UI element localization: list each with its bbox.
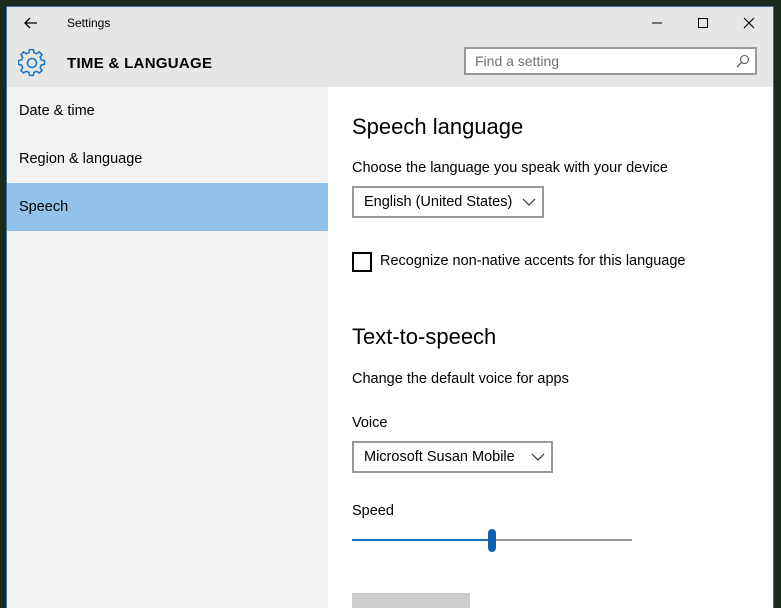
speed-label: Speed — [352, 503, 394, 519]
sidebar-item-region-language[interactable]: Region & language — [7, 135, 328, 183]
tts-heading: Text-to-speech — [352, 324, 497, 349]
minimize-button[interactable] — [634, 7, 680, 39]
tts-description: Change the default voice for apps — [352, 371, 569, 387]
chevron-down-icon — [531, 453, 545, 461]
speech-language-description: Choose the language you speak with your … — [352, 160, 668, 176]
accents-checkbox-label: Recognize non-native accents for this la… — [380, 253, 686, 269]
close-icon — [743, 17, 755, 29]
maximize-button[interactable] — [680, 7, 726, 39]
voice-value: Microsoft Susan Mobile — [364, 449, 515, 465]
speech-language-dropdown[interactable]: English (United States) — [352, 186, 544, 218]
accents-checkbox[interactable] — [352, 252, 372, 272]
minimize-icon — [652, 22, 662, 24]
speed-slider[interactable] — [352, 529, 632, 553]
speed-slider-thumb[interactable] — [488, 529, 496, 552]
search-input[interactable] — [466, 49, 735, 73]
back-arrow-icon — [24, 17, 37, 29]
speech-language-heading: Speech language — [352, 114, 524, 139]
chevron-down-icon — [522, 198, 536, 206]
voice-dropdown[interactable]: Microsoft Susan Mobile — [352, 441, 553, 473]
voice-label: Voice — [352, 415, 388, 431]
speed-slider-track-empty — [496, 539, 632, 541]
section-header: TIME & LANGUAGE — [7, 39, 773, 87]
sidebar: Date & time Region & language Speech — [7, 87, 328, 608]
sidebar-item-label: Region & language — [19, 151, 143, 167]
section-title: TIME & LANGUAGE — [67, 55, 213, 72]
preview-button[interactable] — [352, 593, 470, 608]
title-bar: Settings — [7, 7, 773, 39]
speed-slider-track-filled — [352, 539, 488, 541]
maximize-icon — [698, 18, 708, 28]
window-title: Settings — [67, 16, 111, 30]
sidebar-item-speech[interactable]: Speech — [7, 183, 328, 231]
back-button[interactable] — [17, 11, 45, 35]
main-content: Speech language Choose the language you … — [328, 87, 773, 608]
search-icon[interactable] — [736, 54, 750, 68]
sidebar-item-date-time[interactable]: Date & time — [7, 87, 328, 135]
gear-icon — [18, 49, 46, 77]
search-box[interactable] — [464, 47, 757, 75]
close-button[interactable] — [726, 7, 772, 39]
sidebar-item-label: Date & time — [19, 103, 95, 119]
sidebar-item-label: Speech — [19, 199, 69, 215]
speech-language-value: English (United States) — [364, 194, 513, 210]
settings-window: Settings TIME & LANGUAGE Find a setting … — [7, 7, 773, 608]
